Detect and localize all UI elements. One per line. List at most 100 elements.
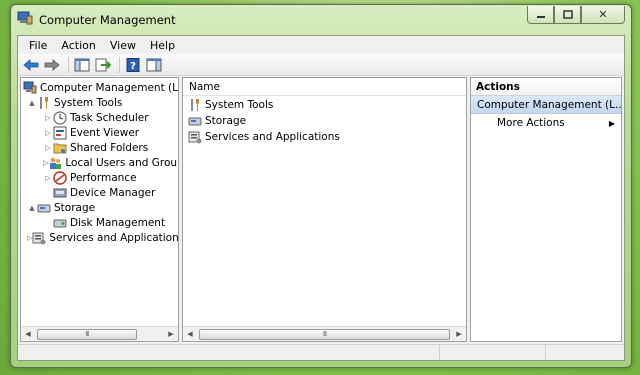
status-cell	[440, 345, 546, 360]
storage-icon	[37, 201, 51, 215]
minimize-icon	[536, 15, 545, 18]
tree-item-event-viewer[interactable]: ▷ Event Viewer	[21, 125, 178, 140]
tree-item-label: Task Scheduler	[70, 111, 149, 124]
tree-item-label: System Tools	[54, 96, 123, 109]
computer-management-icon	[17, 11, 33, 25]
close-button[interactable]: ✕	[581, 6, 625, 24]
actions-header-label: Actions	[476, 80, 520, 93]
tree-item-label: Device Manager	[70, 186, 156, 199]
forward-button[interactable]	[43, 56, 61, 74]
close-icon: ✕	[598, 8, 608, 21]
tree-item-local-users-and-groups[interactable]: ▷ Local Users and Groups	[21, 155, 178, 170]
export-list-button[interactable]	[94, 56, 112, 74]
computer-management-icon	[23, 81, 37, 95]
list-item-label: Services and Applications	[205, 131, 340, 143]
minimize-button[interactable]	[527, 6, 554, 24]
back-arrow-icon	[23, 58, 39, 71]
scroll-left-button[interactable]: ◀	[21, 327, 35, 341]
menu-help[interactable]: Help	[143, 39, 182, 52]
scroll-right-button[interactable]: ▶	[452, 327, 466, 341]
event-viewer-icon	[53, 126, 67, 140]
storage-icon	[188, 114, 202, 128]
collapse-arrow-icon[interactable]: ▲	[27, 98, 37, 108]
panes: Computer Management (Local ▲ System Tool…	[20, 77, 622, 342]
menu-action[interactable]: Action	[54, 39, 102, 52]
list-item-system-tools[interactable]: System Tools	[183, 97, 466, 113]
toolbar-separator	[68, 56, 69, 73]
list-item-label: System Tools	[205, 99, 274, 111]
scroll-track[interactable]: III	[35, 328, 164, 340]
tree-item-device-manager[interactable]: Device Manager	[21, 185, 178, 200]
tree-item-task-scheduler[interactable]: ▷ Task Scheduler	[21, 110, 178, 125]
column-header-name[interactable]: Name	[183, 78, 466, 96]
tree-item-system-tools[interactable]: ▲ System Tools	[21, 95, 178, 110]
expand-arrow-icon[interactable]: ▷	[43, 113, 53, 123]
scroll-right-icon: ▶	[168, 330, 174, 338]
shared-folders-icon	[53, 141, 67, 155]
status-cell	[18, 345, 440, 360]
expand-arrow-icon[interactable]: ▷	[43, 173, 53, 183]
scroll-thumb[interactable]: III	[37, 328, 137, 340]
list-item-services-and-applications[interactable]: Services and Applications	[183, 129, 466, 145]
scroll-left-icon: ◀	[187, 330, 193, 338]
collapse-arrow-icon[interactable]: ▲	[27, 203, 37, 213]
console-tree-pane: Computer Management (Local ▲ System Tool…	[20, 77, 179, 342]
actions-header: Actions	[471, 78, 621, 96]
computer-management-window: Computer Management ✕ File Action View H…	[10, 4, 632, 368]
tree-item-label: Event Viewer	[70, 126, 140, 139]
toolbar: ?	[18, 54, 624, 76]
grip-icon: III	[322, 330, 327, 338]
title-bar[interactable]: Computer Management ✕	[11, 5, 631, 35]
submenu-arrow-icon: ▶	[608, 118, 615, 128]
tree-item-root[interactable]: Computer Management (Local	[21, 80, 178, 95]
tree-item-performance[interactable]: ▷ Performance	[21, 170, 178, 185]
system-tools-icon	[188, 98, 202, 112]
show-hide-console-tree-button[interactable]	[73, 56, 91, 74]
window-title: Computer Management	[39, 13, 176, 27]
scroll-right-button[interactable]: ▶	[164, 327, 178, 341]
menu-bar: File Action View Help	[18, 36, 624, 54]
results-horizontal-scrollbar[interactable]: ◀ III ▶	[183, 326, 466, 341]
tree-item-disk-management[interactable]: Disk Management	[21, 215, 178, 230]
svg-text:?: ?	[130, 61, 136, 72]
more-actions-label: More Actions	[497, 117, 565, 129]
task-scheduler-icon	[53, 111, 67, 125]
tree-horizontal-scrollbar[interactable]: ◀ III ▶	[21, 326, 178, 341]
export-list-icon	[95, 58, 111, 71]
help-button[interactable]: ?	[124, 56, 142, 74]
actions-section-label: Computer Management (L...	[477, 98, 622, 111]
actions-section-computer-management[interactable]: Computer Management (L... ▲	[471, 96, 621, 114]
menu-view[interactable]: View	[103, 39, 143, 52]
show-hide-console-tree-icon	[74, 58, 90, 71]
menu-file[interactable]: File	[22, 39, 54, 52]
status-cell	[546, 345, 624, 360]
scroll-left-icon: ◀	[25, 330, 31, 338]
tree-item-label: Performance	[70, 171, 137, 184]
expand-arrow-icon[interactable]: ▷	[43, 143, 53, 153]
system-tools-icon	[37, 96, 51, 110]
show-hide-action-pane-button[interactable]	[145, 56, 163, 74]
tree-item-shared-folders[interactable]: ▷ Shared Folders	[21, 140, 178, 155]
scroll-track[interactable]: III	[197, 328, 452, 340]
list-item-storage[interactable]: Storage	[183, 113, 466, 129]
show-hide-action-pane-icon	[146, 58, 162, 71]
scroll-right-icon: ▶	[456, 330, 462, 338]
toolbar-separator	[119, 56, 120, 73]
expand-arrow-icon[interactable]: ▷	[43, 128, 53, 138]
actions-pane: Actions Computer Management (L... ▲ More…	[470, 77, 622, 342]
column-header-label: Name	[189, 80, 220, 93]
grip-icon: III	[85, 330, 89, 338]
more-actions-item[interactable]: More Actions ▶	[471, 114, 621, 132]
maximize-icon	[562, 10, 573, 19]
maximize-button[interactable]	[554, 6, 581, 24]
scroll-left-button[interactable]: ◀	[183, 327, 197, 341]
tree-item-services-and-applications[interactable]: ▷ Services and Applications	[21, 230, 178, 245]
forward-arrow-icon	[44, 58, 60, 71]
back-button[interactable]	[22, 56, 40, 74]
tree-item-storage[interactable]: ▲ Storage	[21, 200, 178, 215]
disk-management-icon	[53, 216, 67, 230]
scroll-thumb[interactable]: III	[199, 328, 450, 340]
results-pane: Name System Tools Storage Services and A…	[182, 77, 467, 342]
list-item-label: Storage	[205, 115, 247, 127]
services-icon	[32, 231, 46, 245]
